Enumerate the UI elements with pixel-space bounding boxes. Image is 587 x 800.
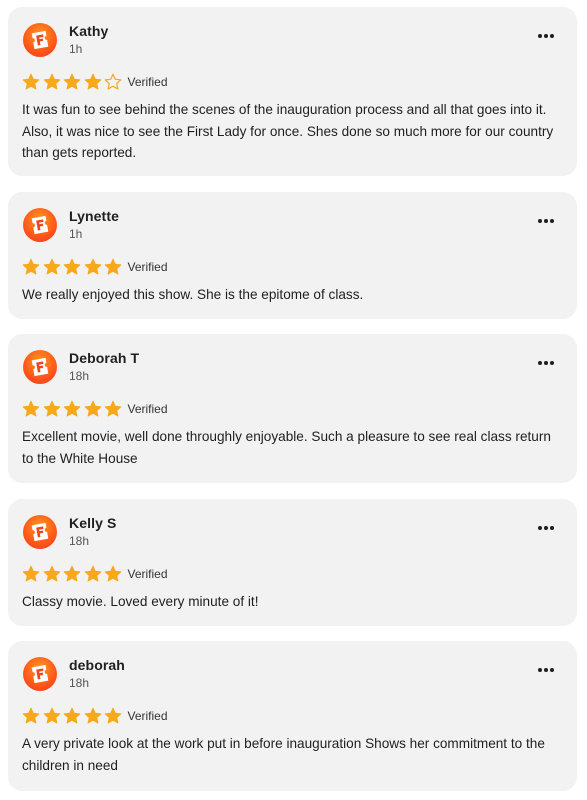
star-filled-icon <box>104 258 122 275</box>
review-header: Lynette 1h <box>22 206 563 246</box>
review-time: 1h <box>69 227 83 241</box>
fandango-logo-icon <box>23 657 57 691</box>
star-rating <box>22 258 125 276</box>
review-list: Kathy 1h Verified It was fun to see behi… <box>0 0 587 800</box>
star-filled-icon <box>104 565 122 582</box>
reviewer-name: Kathy <box>69 23 109 39</box>
review-time: 18h <box>69 676 90 690</box>
star-filled-icon <box>104 400 122 417</box>
more-options-button[interactable] <box>535 521 557 535</box>
star-rating <box>22 707 125 725</box>
star-rating <box>22 73 125 91</box>
star-filled-icon <box>22 258 40 275</box>
star-filled-icon <box>63 565 81 582</box>
review-header: Kathy 1h <box>22 21 563 61</box>
reviewer-name: Lynette <box>69 208 119 224</box>
rating-row: Verified <box>22 400 563 418</box>
fandango-logo-icon <box>23 208 57 242</box>
star-filled-icon <box>63 73 81 90</box>
more-options-button[interactable] <box>535 214 557 228</box>
fandango-logo-icon <box>23 515 57 549</box>
star-filled-icon <box>43 400 60 417</box>
star-filled-icon <box>43 565 60 582</box>
verified-label: Verified <box>127 709 168 723</box>
review-text: A very private look at the work put in b… <box>22 736 545 773</box>
review-time: 18h <box>69 369 90 383</box>
star-empty-icon <box>104 73 122 90</box>
fandango-logo-icon <box>23 23 57 57</box>
review-time: 18h <box>69 534 90 548</box>
review-card: Deborah T 18h Verified Excellent movie, … <box>8 334 577 483</box>
star-filled-icon <box>43 258 60 275</box>
reviewer-name: Deborah T <box>69 350 140 366</box>
review-header: Kelly S 18h <box>22 513 563 553</box>
rating-row: Verified <box>22 565 563 583</box>
review-header: Deborah T 18h <box>22 348 563 388</box>
star-filled-icon <box>22 73 40 90</box>
more-options-button[interactable] <box>535 356 557 370</box>
star-filled-icon <box>84 73 101 90</box>
more-options-button[interactable] <box>535 29 557 43</box>
star-filled-icon <box>84 258 101 275</box>
review-card: deborah 18h Verified A very private look… <box>8 641 577 791</box>
verified-label: Verified <box>127 402 168 416</box>
star-filled-icon <box>63 707 81 724</box>
verified-label: Verified <box>127 260 168 274</box>
star-filled-icon <box>43 707 60 724</box>
star-filled-icon <box>22 400 40 417</box>
reviewer-name: Kelly S <box>69 515 117 531</box>
star-rating <box>22 400 125 418</box>
star-filled-icon <box>22 707 40 724</box>
more-options-button[interactable] <box>535 663 557 677</box>
review-text: Excellent movie, well done throughly enj… <box>22 429 551 466</box>
verified-label: Verified <box>127 75 168 89</box>
rating-row: Verified <box>22 707 563 725</box>
rating-row: Verified <box>22 73 563 91</box>
review-text: It was fun to see behind the scenes of t… <box>22 102 554 160</box>
star-filled-icon <box>63 258 81 275</box>
fandango-logo-icon <box>23 350 57 384</box>
star-rating <box>22 565 125 583</box>
review-text: Classy movie. Loved every minute of it! <box>22 594 259 609</box>
star-filled-icon <box>22 565 40 582</box>
star-filled-icon <box>63 400 81 417</box>
star-filled-icon <box>84 565 101 582</box>
star-filled-icon <box>104 707 122 724</box>
review-card: Kelly S 18h Verified Classy movie. Loved… <box>8 499 577 626</box>
review-card: Kathy 1h Verified It was fun to see behi… <box>8 7 577 176</box>
review-time: 1h <box>69 42 83 56</box>
star-filled-icon <box>84 400 101 417</box>
review-text: We really enjoyed this show. She is the … <box>22 287 364 302</box>
verified-label: Verified <box>127 567 168 581</box>
review-card: Lynette 1h Verified We really enjoyed th… <box>8 192 577 319</box>
rating-row: Verified <box>22 258 563 276</box>
star-filled-icon <box>84 707 101 724</box>
star-filled-icon <box>43 73 60 90</box>
reviewer-name: deborah <box>69 657 125 673</box>
review-header: deborah 18h <box>22 655 563 695</box>
